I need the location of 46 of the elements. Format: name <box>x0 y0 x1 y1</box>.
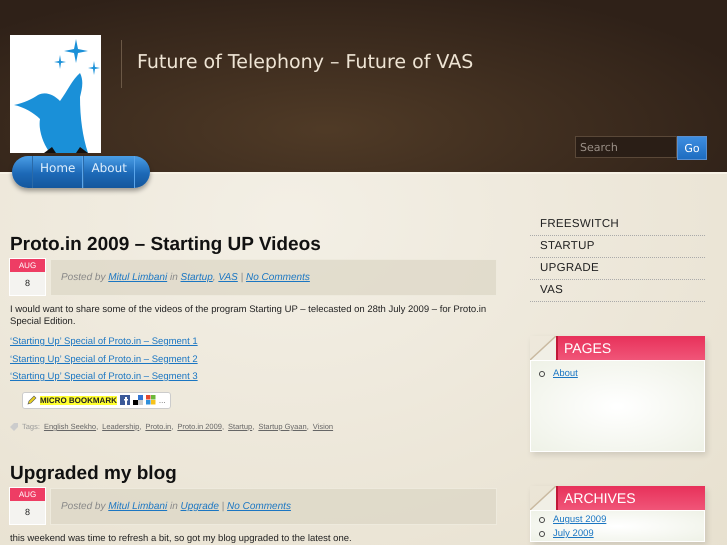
post-title[interactable]: Upgraded my blog <box>10 463 497 485</box>
category-link[interactable]: STARTUP <box>530 236 705 258</box>
widget-link[interactable]: August 2009 <box>553 513 606 527</box>
bullet-icon <box>539 517 545 523</box>
category-link[interactable]: Startup <box>180 272 213 283</box>
category-link[interactable]: FREESWITCH <box>530 214 705 236</box>
nav-link[interactable]: About <box>83 156 135 188</box>
post-meta: Posted by Mitul Limbani in Upgrade | No Comments <box>61 501 291 512</box>
site-title[interactable]: Future of Telephony – Future of VAS <box>137 51 474 73</box>
widget-link[interactable]: July 2009 <box>553 527 594 541</box>
flag-icon <box>146 395 156 405</box>
logo-drawing[interactable] <box>10 35 101 153</box>
category-link[interactable]: VAS <box>218 272 238 283</box>
segment-link[interactable]: ‘Starting Up’ Special of Proto.in – Segment 1 <box>10 336 198 347</box>
segment-link[interactable]: ‘Starting Up’ Special of Proto.in – Segment 2 <box>10 354 198 364</box>
search-field[interactable]: Search <box>575 136 677 158</box>
post-text: I would want to share some of the videos of the program Starting UP – telecasted on 28th July 2009 – for Proto.in Special Edition. <box>10 304 488 328</box>
widget-title: ARCHIVES <box>556 486 705 510</box>
corner-fold-icon <box>530 486 556 510</box>
category-link[interactable]: UPGRADE <box>530 258 705 280</box>
date-day: 8 <box>10 272 45 295</box>
category-link[interactable]: VAS <box>530 280 705 302</box>
post-text: this weekend was time to refresh a bit, so got my blog upgraded to the latest one. <box>10 533 353 545</box>
date-month: AUG <box>10 488 45 501</box>
date-day: 8 <box>10 501 45 524</box>
author-link[interactable]: Mitul Limbani <box>108 272 168 283</box>
author-link[interactable]: Mitul Limbani <box>108 501 168 512</box>
squares-icon <box>132 395 143 405</box>
comments-link[interactable]: No Comments <box>246 272 310 283</box>
bullet-icon <box>539 531 545 537</box>
post-title[interactable]: Proto.in 2009 – Starting UP Videos <box>10 234 497 256</box>
corner-fold-icon <box>530 336 556 360</box>
date-month: AUG <box>10 259 45 272</box>
widget-title: PAGES <box>556 336 705 360</box>
category-link[interactable]: Upgrade <box>180 501 219 512</box>
bullet-icon <box>539 371 545 377</box>
pencil-icon <box>27 395 37 405</box>
tag-icon <box>10 422 18 430</box>
square-icon <box>120 395 130 405</box>
go-button[interactable]: Go <box>677 136 707 160</box>
widget-link[interactable]: About <box>553 367 578 381</box>
nav-link[interactable]: Home <box>32 156 84 188</box>
comments-link[interactable]: No Comments <box>227 501 291 512</box>
segment-link[interactable]: ‘Starting Up’ Special of Proto.in – Segment 3 <box>10 371 198 382</box>
bookmark-button[interactable]: MICRO BOOKMARK ... <box>22 392 171 408</box>
post-meta: Posted by Mitul Limbani in Startup, VAS | No Comments <box>61 272 310 283</box>
